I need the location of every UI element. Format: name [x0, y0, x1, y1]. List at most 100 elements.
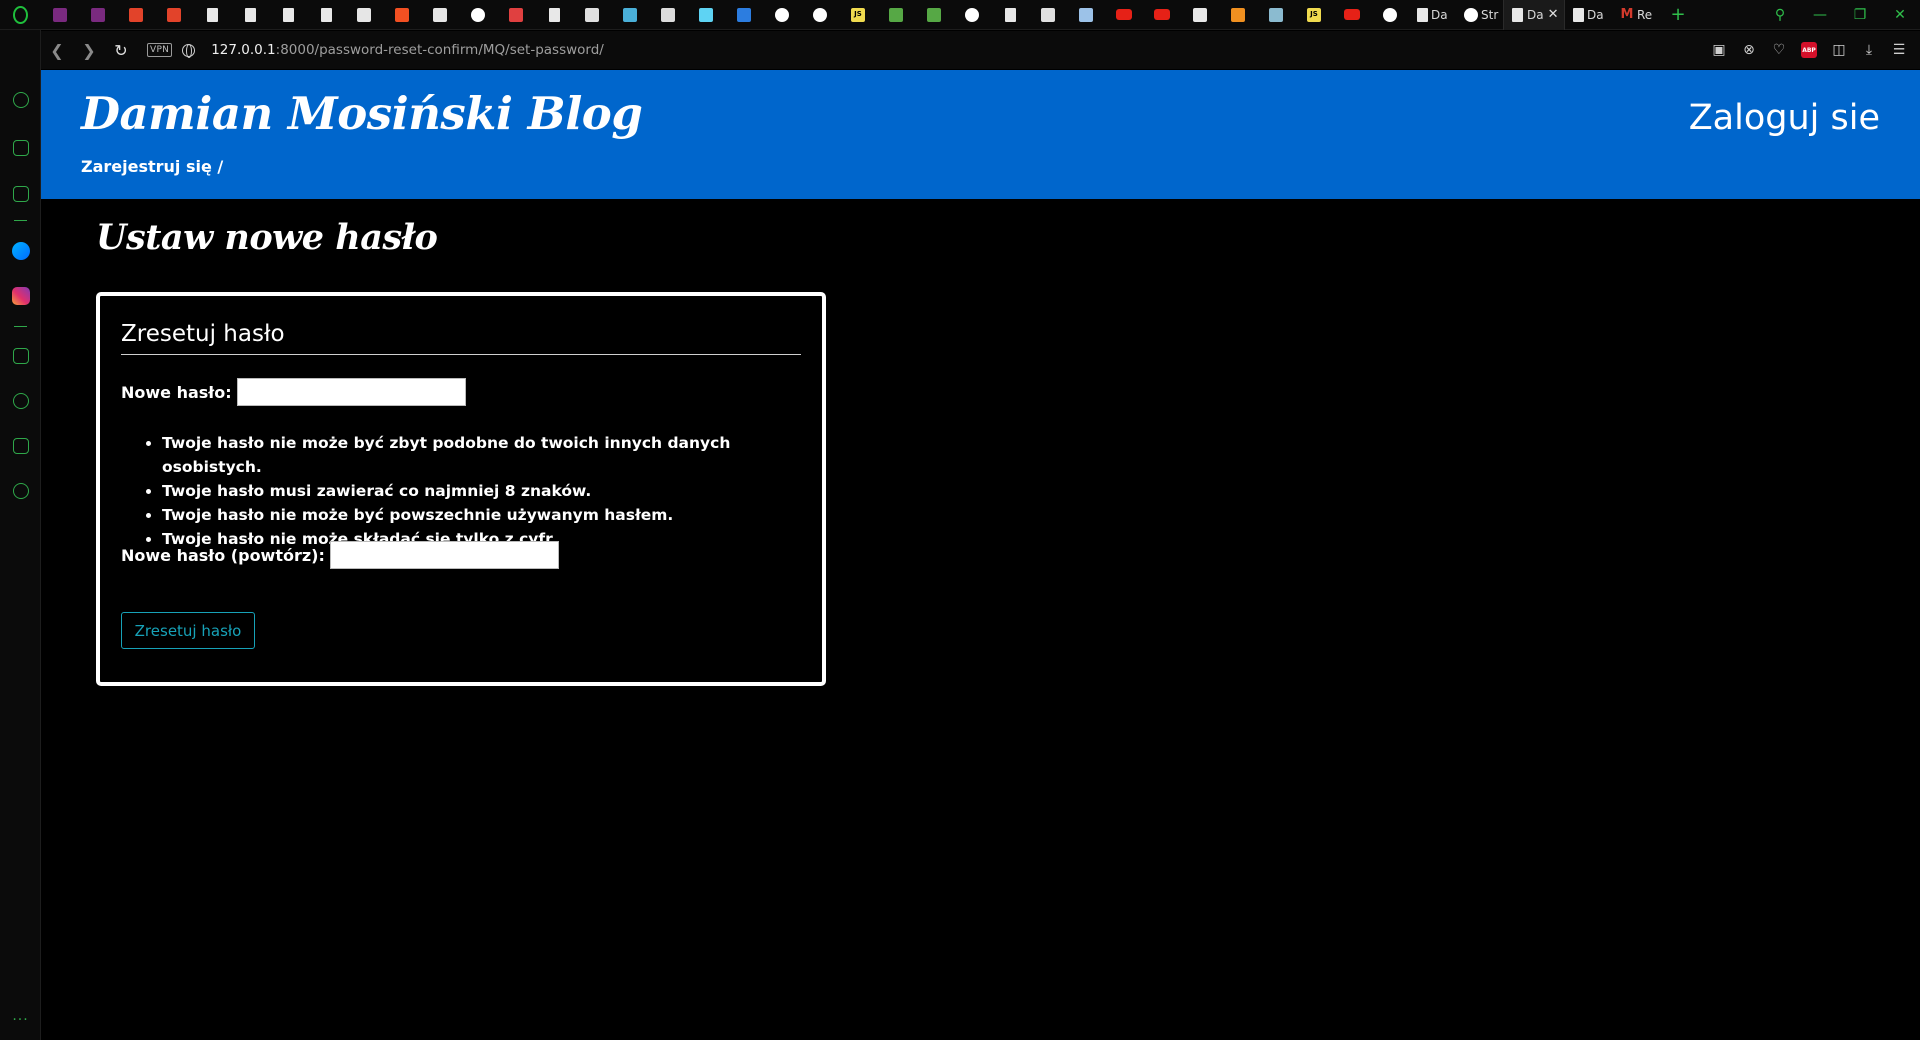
browser-tab[interactable] — [117, 0, 155, 30]
site-title[interactable]: Damian Mosiński Blog — [81, 87, 643, 140]
close-tab-icon[interactable]: ✕ — [1548, 7, 1559, 22]
webstorm-icon — [737, 7, 751, 22]
shopping-sidebar-button[interactable] — [0, 134, 41, 162]
minimize-button[interactable]: — — [1800, 0, 1840, 30]
instagram-sidebar-button[interactable] — [0, 282, 41, 310]
browser-tab[interactable] — [535, 0, 573, 30]
site-info-icon[interactable] — [182, 43, 196, 58]
browser-tab[interactable] — [155, 0, 193, 30]
browser-tab[interactable] — [383, 0, 421, 30]
browser-tab[interactable]: Str — [1456, 0, 1503, 30]
gmail-icon: M — [1620, 7, 1634, 22]
reset-password-button[interactable]: Zresetuj hasło — [121, 612, 255, 649]
gitlab-icon — [167, 7, 181, 22]
image-icon — [1269, 7, 1283, 22]
address-bar: ❮ ❯ ↻ VPN 127.0.0.1:8000/password-reset-… — [41, 31, 1920, 69]
sidebar-more-icon[interactable]: ··· — [0, 1012, 41, 1028]
browser-tab[interactable] — [41, 0, 79, 30]
browser-tab[interactable] — [877, 0, 915, 30]
browser-tab[interactable]: JS — [839, 0, 877, 30]
react-icon — [699, 7, 713, 22]
browser-tab[interactable] — [497, 0, 535, 30]
reload-button[interactable]: ↻ — [105, 31, 137, 69]
easy-setup-icon[interactable]: ☰ — [1884, 31, 1914, 69]
speed-dial-sidebar-button[interactable] — [0, 86, 41, 114]
browser-tab[interactable] — [1067, 0, 1105, 30]
browser-tab[interactable] — [611, 0, 649, 30]
browser-tab[interactable] — [953, 0, 991, 30]
back-button[interactable]: ❮ — [41, 31, 73, 69]
browser-tab[interactable] — [801, 0, 839, 30]
browser-tab[interactable] — [1029, 0, 1067, 30]
settings-sidebar-button[interactable] — [0, 477, 41, 505]
browser-tab[interactable] — [1257, 0, 1295, 30]
browser-tab[interactable]: M Re — [1612, 0, 1659, 30]
youtube-icon — [1154, 9, 1170, 20]
confirm-password-input[interactable] — [329, 541, 559, 569]
browser-tab[interactable] — [1181, 0, 1219, 30]
site-header: Damian Mosiński Blog Zarejestruj się / Z… — [41, 70, 1920, 199]
restore-button[interactable]: ❐ — [1840, 0, 1880, 30]
window-controls: ⚲ — ❐ ✕ — [1760, 0, 1920, 30]
extensions-cube-icon[interactable]: ◫ — [1824, 31, 1854, 69]
instagram-icon — [11, 287, 30, 305]
browser-tab[interactable] — [1333, 0, 1371, 30]
url-field[interactable]: 127.0.0.1:8000/password-reset-confirm/MQ… — [211, 42, 604, 58]
browser-tab[interactable]: Da — [1409, 0, 1456, 30]
workspaces-sidebar-button[interactable] — [0, 342, 41, 370]
browser-tab[interactable] — [1371, 0, 1409, 30]
github-icon — [775, 7, 789, 22]
snapshot-icon[interactable]: ▣ — [1704, 31, 1734, 69]
history-sidebar-button[interactable] — [0, 387, 41, 415]
heart-bookmark-icon[interactable]: ♡ — [1764, 31, 1794, 69]
twitch-sidebar-button[interactable] — [0, 180, 41, 208]
tab-title: Str — [1481, 7, 1499, 22]
browser-tab[interactable]: JS — [1295, 0, 1333, 30]
browser-tab[interactable] — [307, 0, 345, 30]
extensions-sidebar-button[interactable] — [0, 432, 41, 460]
browser-tab[interactable] — [79, 0, 117, 30]
help-item: Twoje hasło nie może być powszechnie uży… — [162, 503, 822, 527]
github-icon — [813, 7, 827, 22]
new-tab-button[interactable]: + — [1659, 0, 1697, 30]
browser-tab[interactable] — [991, 0, 1029, 30]
forward-button[interactable]: ❯ — [73, 31, 105, 69]
browser-tab[interactable] — [1143, 0, 1181, 30]
browser-tab[interactable]: Da — [1565, 0, 1612, 30]
active-browser-tab[interactable]: Da ✕ — [1503, 0, 1565, 30]
tab-strip: JS JS Da Str Da ✕ Da M Re + — [41, 0, 1760, 30]
browser-tab[interactable] — [345, 0, 383, 30]
opera-menu-button[interactable] — [0, 0, 41, 30]
browser-tab[interactable] — [649, 0, 687, 30]
downloads-icon[interactable]: ⤓ — [1854, 31, 1884, 69]
login-link[interactable]: Zaloguj sie — [1689, 98, 1880, 138]
browser-tab[interactable] — [687, 0, 725, 30]
browser-tab[interactable] — [1219, 0, 1257, 30]
messenger-sidebar-button[interactable] — [0, 237, 41, 265]
close-window-button[interactable]: ✕ — [1880, 0, 1920, 30]
browser-tab[interactable] — [231, 0, 269, 30]
browser-tab[interactable] — [193, 0, 231, 30]
browser-tab[interactable] — [725, 0, 763, 30]
adblock-plus-icon[interactable]: ABP — [1794, 31, 1824, 69]
tab-title: Da — [1431, 7, 1448, 22]
browser-tab[interactable] — [421, 0, 459, 30]
browser-tab[interactable] — [915, 0, 953, 30]
rocket-icon — [509, 7, 523, 22]
node-icon — [927, 7, 941, 22]
browser-tab[interactable] — [269, 0, 307, 30]
vpn-badge[interactable]: VPN — [147, 43, 173, 57]
browser-tab[interactable] — [573, 0, 611, 30]
browser-tab[interactable] — [459, 0, 497, 30]
github-icon — [471, 7, 485, 22]
register-link[interactable]: Zarejestruj się / — [81, 157, 223, 176]
book-icon — [1079, 7, 1093, 22]
gear-icon — [12, 483, 29, 499]
browser-tab[interactable] — [1105, 0, 1143, 30]
grid-icon — [12, 348, 29, 364]
search-tabs-icon[interactable]: ⚲ — [1760, 0, 1800, 30]
document-icon — [1512, 7, 1523, 22]
new-password-input[interactable] — [236, 378, 466, 406]
browser-tab[interactable] — [763, 0, 801, 30]
tracker-blocker-icon[interactable]: ⊗ — [1734, 31, 1764, 69]
